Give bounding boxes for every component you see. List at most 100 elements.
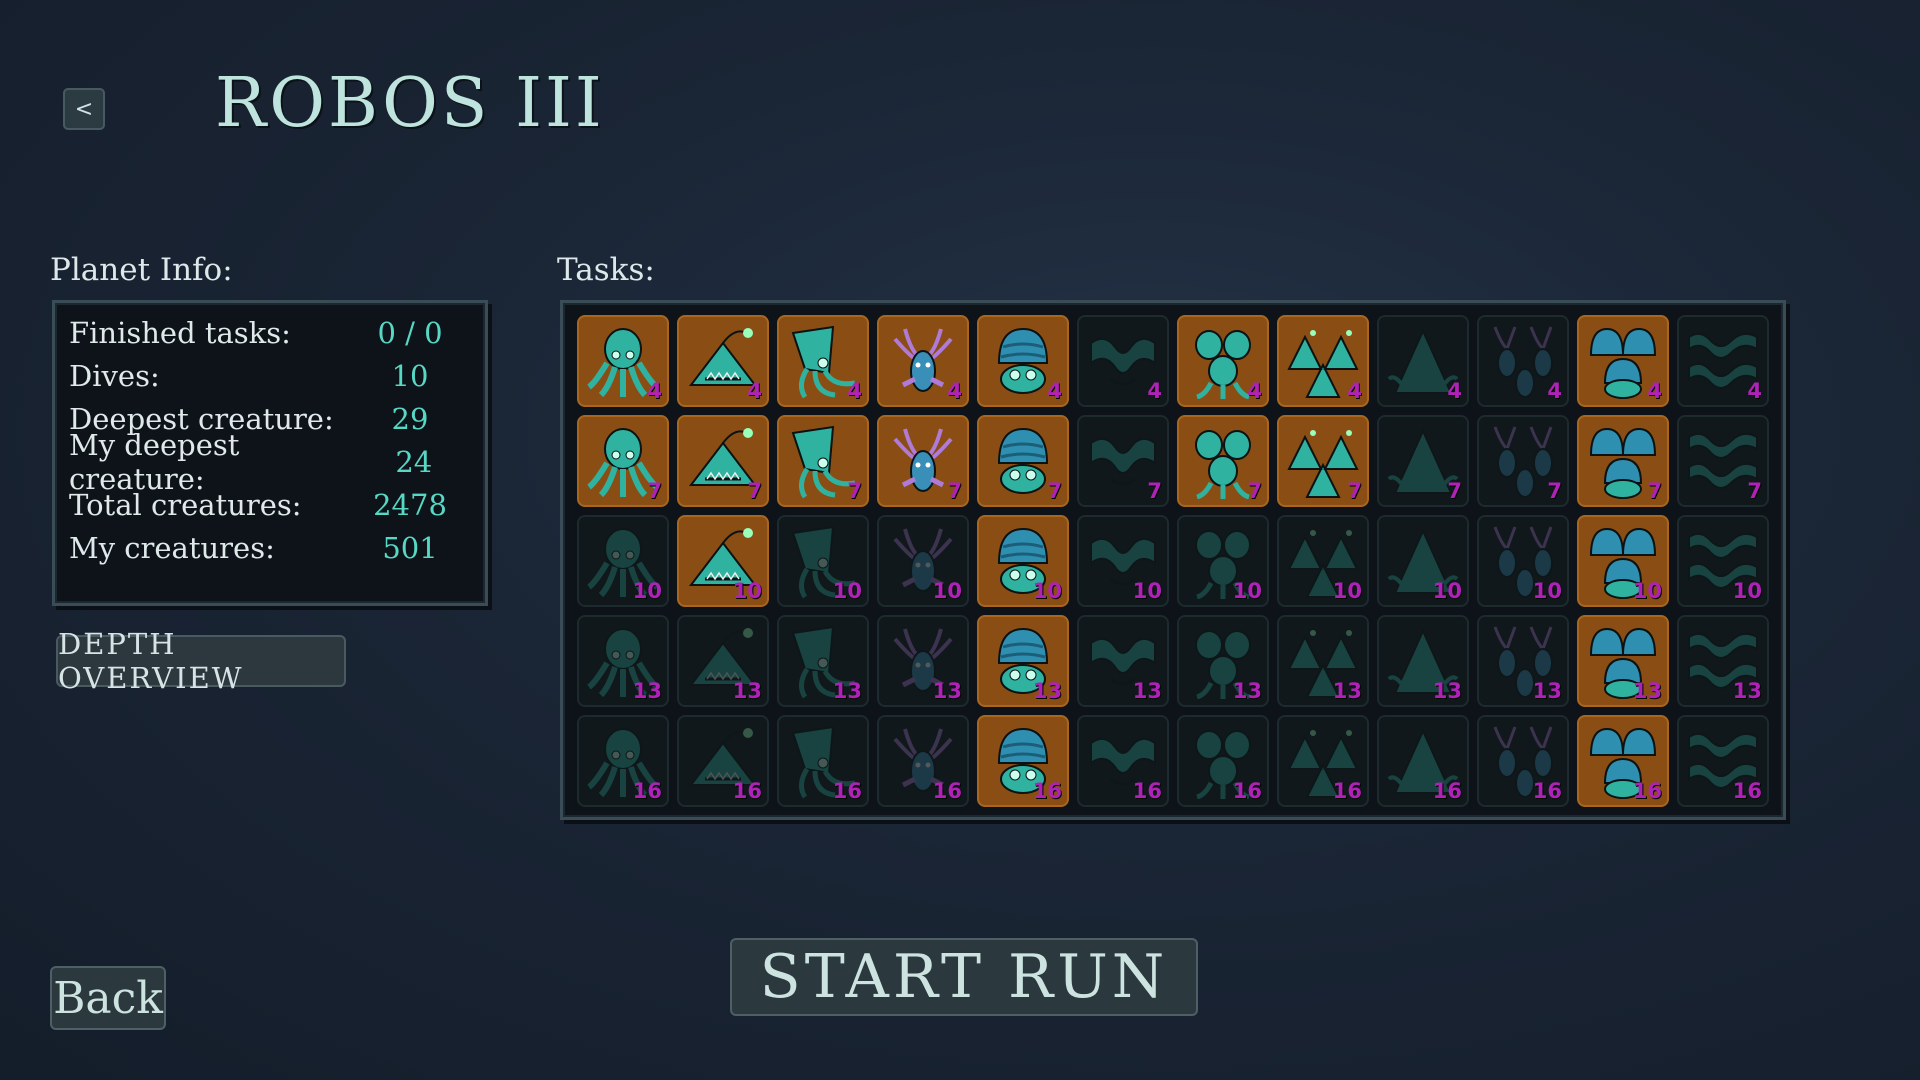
- tasks-panel: 4 4 4 4 4 4 4 4 4 4 4 4 7 7 7 7 7 7 7 7 7 7 7 7 10 10 10 10 10 10 10 10…: [560, 300, 1786, 820]
- depth-overview-button[interactable]: DEPTH OVERVIEW: [56, 627, 346, 695]
- task-tile[interactable]: 13: [1677, 615, 1769, 707]
- task-tile[interactable]: 4: [1677, 315, 1769, 407]
- task-depth-number: 4: [1147, 379, 1162, 403]
- task-tile[interactable]: 13: [1577, 615, 1669, 707]
- task-tile[interactable]: 16: [1677, 715, 1769, 807]
- task-depth-number: 16: [732, 779, 762, 803]
- task-tile[interactable]: 10: [1077, 515, 1169, 607]
- task-tile[interactable]: 7: [577, 415, 669, 507]
- task-tile[interactable]: 13: [577, 615, 669, 707]
- task-tile[interactable]: 10: [677, 515, 769, 607]
- task-depth-number: 10: [732, 579, 762, 603]
- task-tile[interactable]: 7: [877, 415, 969, 507]
- task-depth-number: 16: [1232, 779, 1262, 803]
- task-depth-number: 13: [1632, 679, 1662, 703]
- task-tile[interactable]: 16: [777, 715, 869, 807]
- task-tile[interactable]: 16: [1277, 715, 1369, 807]
- task-tile[interactable]: 16: [877, 715, 969, 807]
- task-tile[interactable]: 13: [877, 615, 969, 707]
- task-tile[interactable]: 7: [1277, 415, 1369, 507]
- task-tile[interactable]: 16: [577, 715, 669, 807]
- task-tile[interactable]: 16: [1177, 715, 1269, 807]
- task-tile[interactable]: 13: [977, 615, 1069, 707]
- task-tile[interactable]: 7: [677, 415, 769, 507]
- task-tile[interactable]: 10: [1677, 515, 1769, 607]
- task-tile[interactable]: 4: [577, 315, 669, 407]
- task-tile[interactable]: 4: [1377, 315, 1469, 407]
- task-depth-number: 10: [1432, 579, 1462, 603]
- task-depth-number: 13: [1332, 679, 1362, 703]
- task-tile[interactable]: 10: [1377, 515, 1469, 607]
- task-tile[interactable]: 16: [1577, 715, 1669, 807]
- task-depth-number: 10: [1032, 579, 1062, 603]
- task-depth-number: 4: [1047, 379, 1062, 403]
- task-depth-number: 7: [1747, 479, 1762, 503]
- task-tile[interactable]: 10: [877, 515, 969, 607]
- task-tile[interactable]: 16: [677, 715, 769, 807]
- task-tile[interactable]: 4: [677, 315, 769, 407]
- task-depth-number: 16: [1032, 779, 1062, 803]
- task-tile[interactable]: 4: [877, 315, 969, 407]
- task-depth-number: 13: [1532, 679, 1562, 703]
- task-tile[interactable]: 13: [1277, 615, 1369, 707]
- task-tile[interactable]: 16: [1477, 715, 1569, 807]
- task-depth-number: 13: [1032, 679, 1062, 703]
- task-tile[interactable]: 7: [1477, 415, 1569, 507]
- task-tile[interactable]: 10: [577, 515, 669, 607]
- task-tile[interactable]: 7: [1177, 415, 1269, 507]
- task-tile[interactable]: 4: [977, 315, 1069, 407]
- task-tile[interactable]: 10: [1177, 515, 1269, 607]
- previous-planet-button[interactable]: <: [63, 88, 105, 130]
- planet-title: ROBOS III: [215, 64, 605, 143]
- task-tile[interactable]: 7: [1577, 415, 1669, 507]
- task-tile[interactable]: 10: [777, 515, 869, 607]
- planet-info-panel: Finished tasks: 0 / 0 Dives: 10 Deepest …: [52, 300, 488, 606]
- task-depth-number: 16: [1132, 779, 1162, 803]
- start-run-button[interactable]: START RUN: [730, 938, 1198, 1016]
- task-tile[interactable]: 7: [977, 415, 1069, 507]
- task-depth-number: 10: [1332, 579, 1362, 603]
- task-tile[interactable]: 4: [1577, 315, 1669, 407]
- task-tile[interactable]: 4: [777, 315, 869, 407]
- task-tile[interactable]: 7: [777, 415, 869, 507]
- task-tile[interactable]: 13: [777, 615, 869, 707]
- task-depth-number: 13: [1432, 679, 1462, 703]
- task-tile[interactable]: 4: [1477, 315, 1569, 407]
- task-tile[interactable]: 7: [1677, 415, 1769, 507]
- task-tile[interactable]: 16: [1077, 715, 1169, 807]
- task-depth-number: 10: [832, 579, 862, 603]
- task-tile[interactable]: 4: [1277, 315, 1369, 407]
- task-tile[interactable]: 10: [977, 515, 1069, 607]
- planet-info-label: Planet Info:: [50, 252, 233, 288]
- task-tile[interactable]: 7: [1377, 415, 1469, 507]
- task-depth-number: 4: [847, 379, 862, 403]
- task-tile[interactable]: 10: [1277, 515, 1369, 607]
- task-tile[interactable]: 13: [677, 615, 769, 707]
- info-row-total-creatures: Total creatures: 2478: [69, 485, 465, 525]
- info-key: Finished tasks:: [69, 316, 291, 350]
- task-depth-number: 10: [1132, 579, 1162, 603]
- task-depth-number: 16: [1532, 779, 1562, 803]
- task-depth-number: 7: [1447, 479, 1462, 503]
- task-depth-number: 4: [747, 379, 762, 403]
- task-depth-number: 13: [632, 679, 662, 703]
- task-tile[interactable]: 13: [1077, 615, 1169, 707]
- task-tile[interactable]: 16: [977, 715, 1069, 807]
- task-depth-number: 4: [1447, 379, 1462, 403]
- task-tile[interactable]: 16: [1377, 715, 1469, 807]
- task-tile[interactable]: 13: [1477, 615, 1569, 707]
- task-depth-number: 13: [1732, 679, 1762, 703]
- task-tile[interactable]: 4: [1177, 315, 1269, 407]
- task-tile[interactable]: 13: [1177, 615, 1269, 707]
- task-tile[interactable]: 10: [1477, 515, 1569, 607]
- task-depth-number: 13: [732, 679, 762, 703]
- task-depth-number: 10: [932, 579, 962, 603]
- task-tile[interactable]: 10: [1577, 515, 1669, 607]
- task-depth-number: 7: [1247, 479, 1262, 503]
- back-button[interactable]: Back: [50, 966, 166, 1030]
- task-tile[interactable]: 13: [1377, 615, 1469, 707]
- task-tile[interactable]: 7: [1077, 415, 1169, 507]
- task-tile[interactable]: 4: [1077, 315, 1169, 407]
- info-value: 10: [391, 359, 429, 393]
- task-depth-number: 10: [1532, 579, 1562, 603]
